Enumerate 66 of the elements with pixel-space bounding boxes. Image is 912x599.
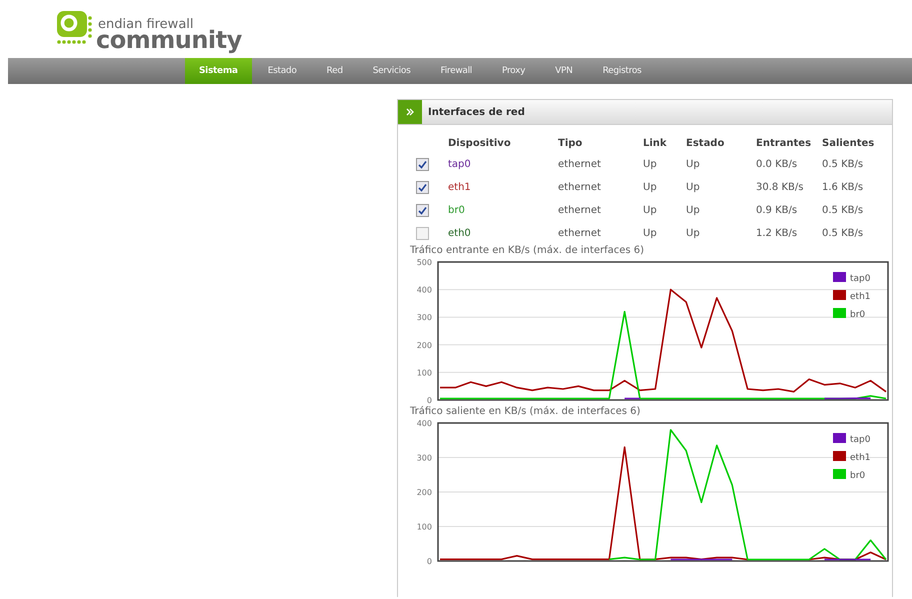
table-cell-text: 0.5 KB/s [822,227,864,241]
axis-tick-label: 100 [416,522,432,532]
legend-label: br0 [850,471,866,481]
axis-tick-label: 0 [426,396,432,405]
axis-tick-label: 0 [426,557,432,566]
table-cell-text: 0.5 KB/s [822,204,864,218]
axis-tick-label: 400 [416,286,432,295]
nav-tab[interactable]: Sistema [185,58,252,84]
column-header: Salientes [822,137,874,150]
legend-label: br0 [850,310,866,320]
checkbox[interactable] [416,204,429,217]
nav-tab[interactable]: Estado [254,58,311,84]
checkbox[interactable] [416,181,429,194]
table-cell-text: Up [643,181,658,195]
axis-tick-label: 500 [416,258,432,267]
logo-title: community [96,28,242,52]
legend-label: eth1 [850,292,870,302]
nav-tab[interactable]: Firewall [426,58,486,84]
logo-subtitle: endian firewall [98,18,194,31]
collapse-button[interactable] [398,100,422,124]
axis-tick-label: 200 [416,340,432,350]
table-cell-text: 1.2 KB/s [756,227,798,241]
table-cell-text: eth0 [448,227,472,241]
legend-label: eth1 [850,453,870,463]
table-cell-text: ethernet [558,204,602,218]
legend-label: tap0 [850,435,870,445]
axis-tick-label: 400 [416,419,432,428]
legend-label: tap0 [850,274,870,284]
table-cell-text: 30.8 KB/s [756,181,804,195]
table-cell-text: Up [686,204,701,218]
panel-title: Interfaces de red [427,106,525,118]
chart-title: Tráfico entrante en KB/s (máx. de interfaces 6) [410,245,644,256]
table-cell-text: 0.0 KB/s [756,158,798,172]
table-cell-text: Up [643,158,658,172]
table-cell-text: Up [686,181,701,195]
double-chevron-icon [406,108,414,116]
table-cell-text: Up [643,227,658,241]
table-cell-text: ethernet [558,227,602,241]
checkbox[interactable] [416,158,429,171]
table-cell-text: br0 [448,204,466,218]
table-cell-text: ethernet [558,181,602,195]
checkbox[interactable] [416,227,429,240]
nav-tab[interactable]: Registros [588,58,656,84]
axis-tick-label: 100 [416,368,432,378]
nav-tab[interactable]: Red [312,58,357,84]
axis-tick-label: 300 [416,454,432,462]
chart-title: Tráfico saliente en KB/s (máx. de interfaces 6) [410,406,640,417]
nav-tab[interactable]: Servicios [358,58,424,84]
column-header: Estado [686,137,726,150]
axis-tick-label: 300 [416,313,432,322]
nav-tab[interactable]: VPN [541,58,587,84]
table-cell-text: tap0 [448,158,472,172]
column-header: Link [643,137,668,150]
table-cell-text: 0.5 KB/s [822,158,864,172]
table-cell-text: Up [686,158,701,172]
column-header: Dispositivo [448,137,558,153]
column-header: Tipo [558,137,584,150]
table-cell-text: Up [643,204,658,218]
axis-tick-label: 200 [416,488,432,497]
column-header: Entrantes [756,137,812,150]
table-cell-text: ethernet [558,158,602,172]
nav-tab[interactable]: Proxy [488,58,540,84]
table-cell-text: 1.6 KB/s [822,181,864,195]
table-cell-text: eth1 [448,181,472,195]
table-cell-text: 0.9 KB/s [756,204,798,218]
table-cell-text: Up [686,227,701,241]
